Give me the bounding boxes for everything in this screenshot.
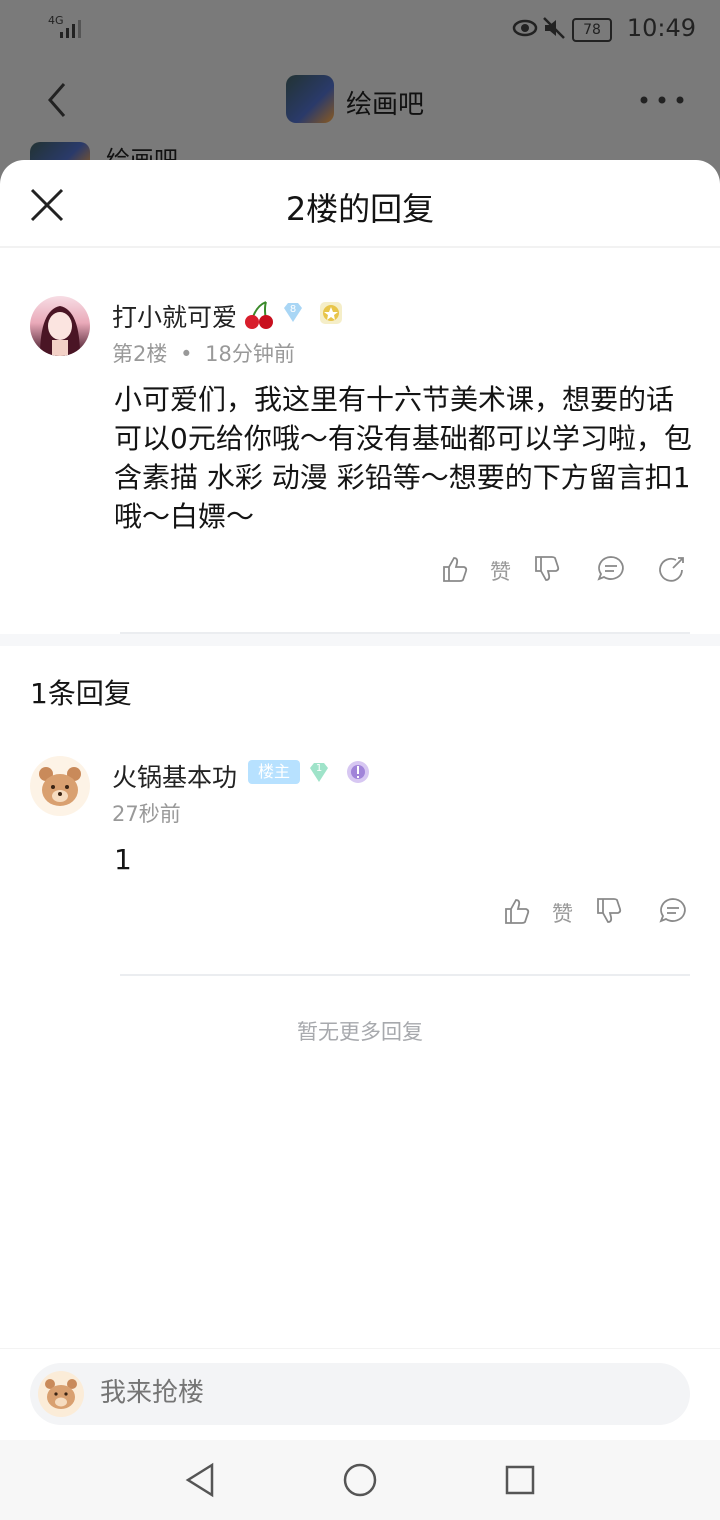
reply-input-box[interactable] [30, 1363, 690, 1425]
forum-name-partial: 绘画吧 [106, 146, 178, 160]
reply-input[interactable] [98, 1377, 502, 1409]
nav-home-icon[interactable] [342, 1462, 378, 1498]
comment-icon[interactable] [658, 896, 688, 926]
nav-back-icon[interactable] [184, 1462, 216, 1498]
meta-separator: • [180, 342, 193, 366]
post-content: 小可爱们，我这里有十六节美术课，想要的话可以0元给你哦～有没有基础都可以学习啦，… [114, 383, 692, 533]
avatar[interactable] [30, 296, 90, 356]
reply-input-bar [0, 1348, 720, 1441]
cherry-icon [245, 301, 273, 329]
username[interactable]: 打小就可爱 [112, 298, 237, 334]
no-more-replies: 暂无更多回复 [297, 1020, 423, 1044]
like-label[interactable]: 赞 [490, 556, 511, 586]
reply-count: 1条回复 [30, 677, 132, 710]
bear-avatar-icon [38, 1371, 84, 1417]
reply-sheet: 2楼的回复 打小就可爱 8 第2楼 • 18分钟前 小可爱们，我这里有十六节美术… [0, 160, 720, 1520]
thumb-up-icon[interactable] [502, 896, 532, 926]
reply-level-number: 1 [315, 763, 323, 774]
floor-number: 第2楼 [112, 342, 168, 366]
bear-avatar-icon [39, 767, 81, 806]
signal-icon [60, 20, 81, 38]
status-bar: 4G 78 10:49 [0, 0, 720, 56]
level-number: 8 [289, 304, 297, 315]
system-nav-bar [0, 1440, 720, 1520]
sheet-header: 2楼的回复 [0, 160, 720, 248]
forum-title[interactable]: 绘画吧 [346, 84, 424, 121]
battery-indicator: 78 [572, 18, 612, 42]
medal-icon [347, 761, 369, 783]
section-gap [0, 634, 720, 646]
divider [120, 974, 690, 976]
comment-icon[interactable] [596, 554, 626, 584]
clock: 10:49 [626, 14, 696, 42]
share-icon[interactable] [656, 554, 686, 584]
medal-icon [320, 302, 342, 324]
post-meta: 第2楼 • 18分钟前 [112, 338, 295, 368]
sheet-title: 2楼的回复 [285, 190, 435, 228]
reply-username[interactable]: 火锅基本功 [112, 758, 237, 794]
reply-time: 27秒前 [112, 802, 181, 826]
forum-logo [286, 75, 334, 123]
thumb-up-icon[interactable] [440, 554, 470, 584]
reply-like-label[interactable]: 赞 [552, 898, 573, 928]
owner-badge: 楼主 [248, 760, 300, 784]
avatar[interactable] [30, 756, 90, 816]
thumb-down-icon[interactable] [532, 554, 562, 584]
reply-content: 1 [114, 843, 132, 876]
thumb-down-icon[interactable] [594, 896, 624, 926]
mute-icon [543, 17, 565, 39]
nav-recents-icon[interactable] [504, 1464, 536, 1496]
more-icon[interactable] [640, 96, 684, 104]
avatar-portrait [40, 306, 80, 356]
post-time: 18分钟前 [205, 342, 295, 366]
eye-icon [512, 19, 538, 37]
back-icon[interactable] [40, 80, 74, 120]
